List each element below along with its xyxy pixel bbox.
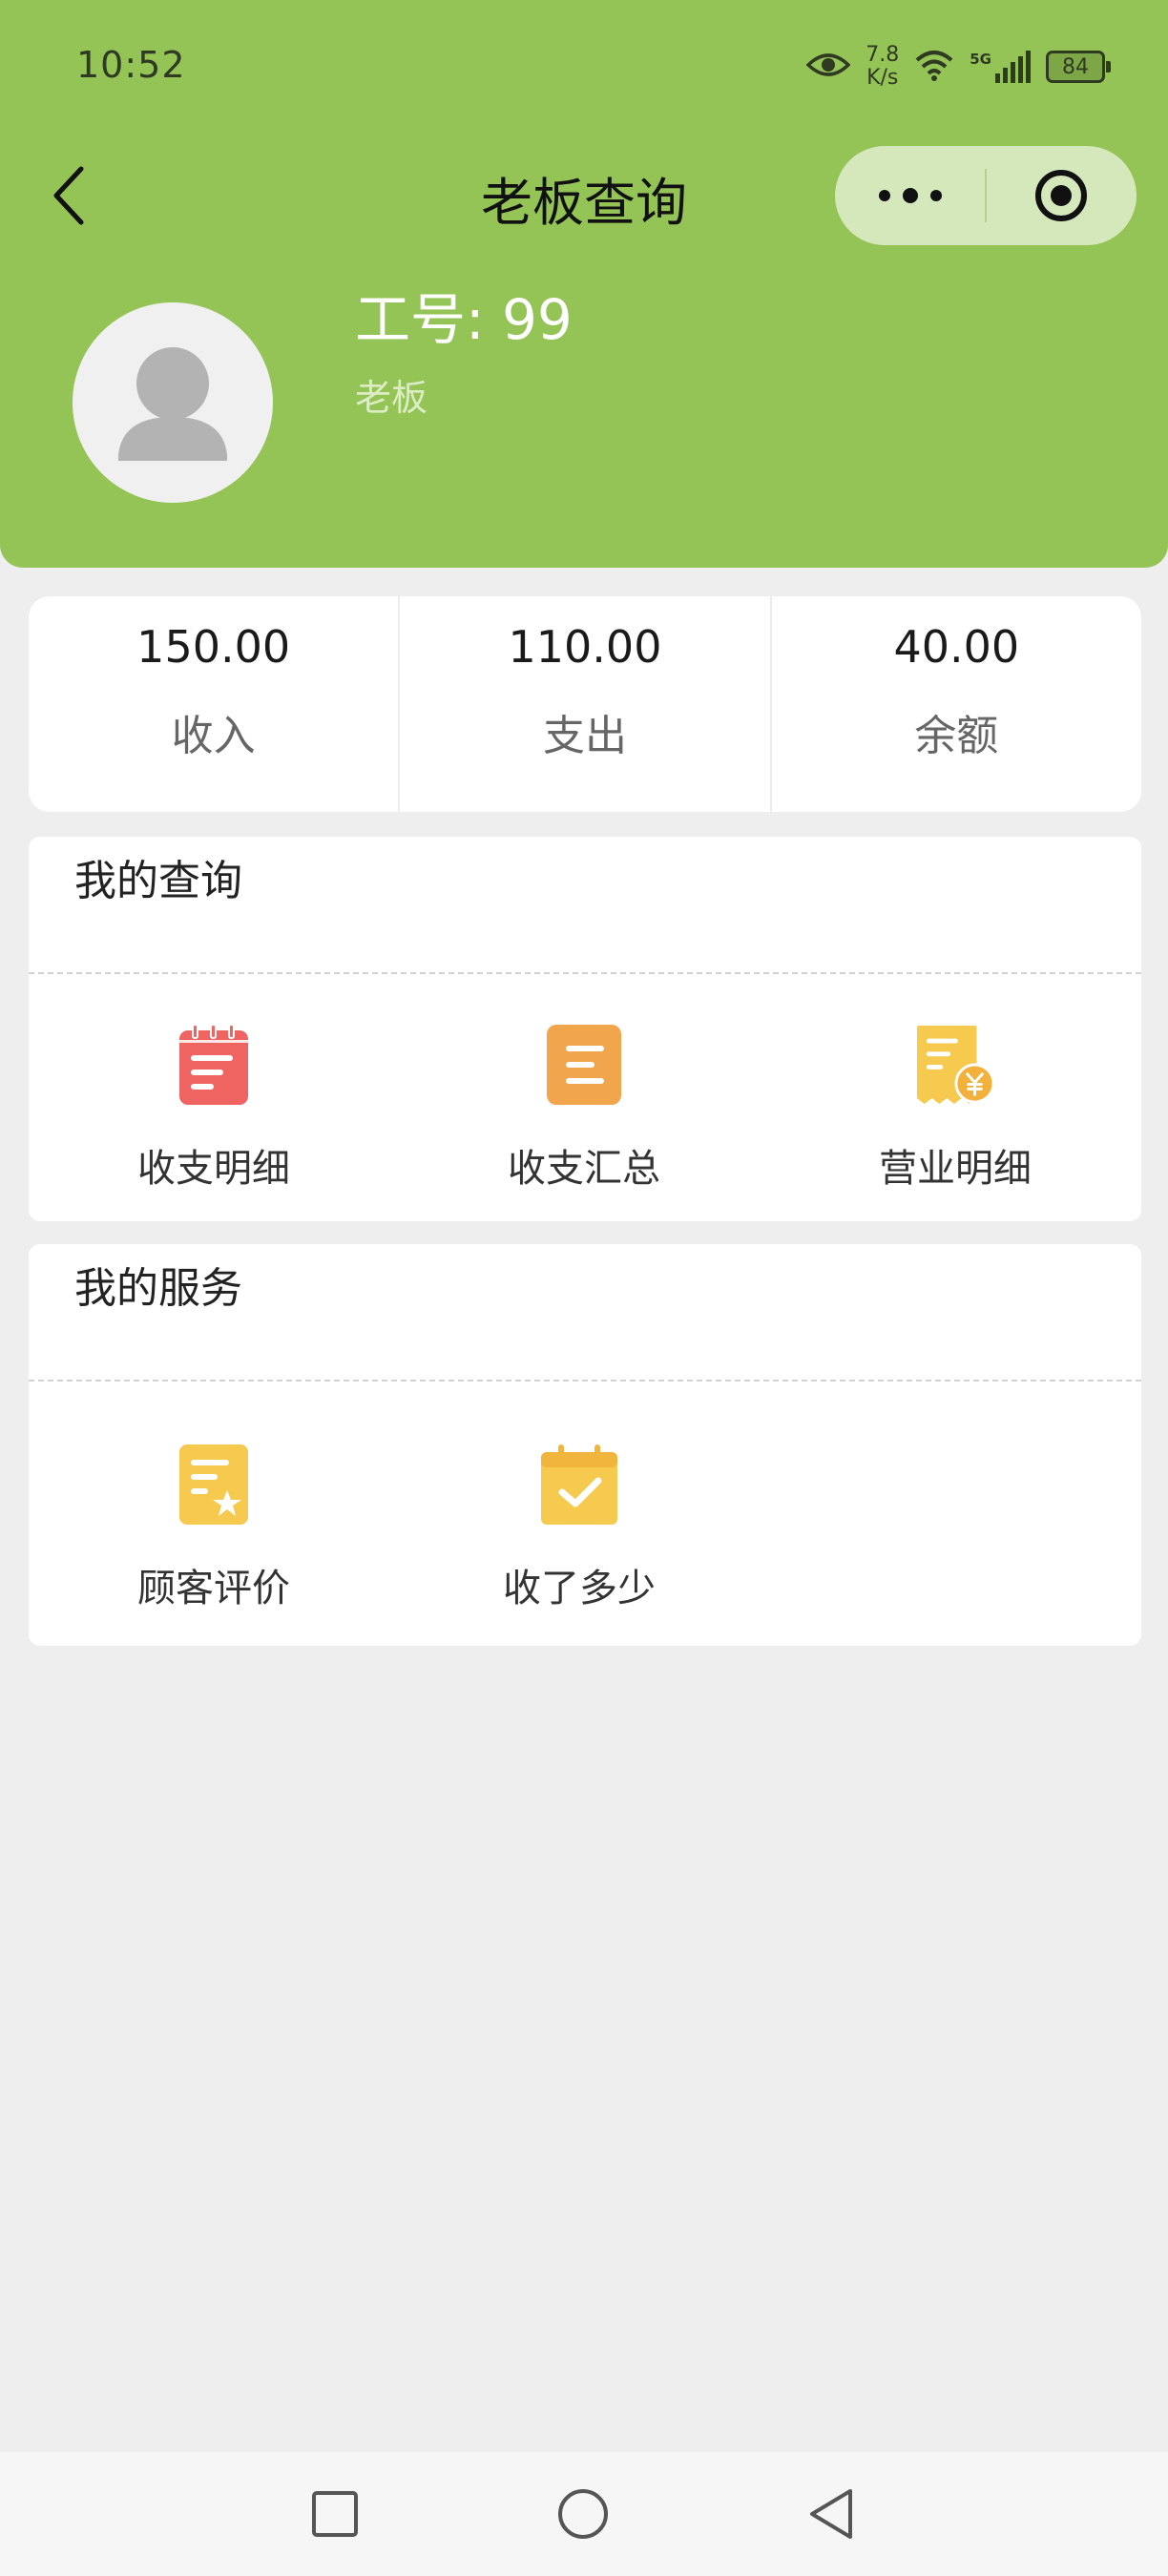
yellow-calendar-check-icon — [539, 1441, 619, 1528]
battery-icon: 84 — [1046, 51, 1111, 83]
status-time: 10:52 — [76, 44, 186, 86]
red-notepad-icon — [174, 1021, 254, 1109]
more-button[interactable] — [835, 146, 986, 245]
my-queries-section: 我的查询 收支明细 收支汇总 营业明细 — [29, 837, 1141, 1221]
stat-income[interactable]: 150.00 收入 — [29, 596, 398, 812]
eye-icon — [805, 51, 851, 83]
grid-item-label: 收支明细 — [137, 1147, 290, 1191]
section-title: 我的服务 — [74, 1264, 242, 1313]
yellow-star-document-icon — [174, 1441, 254, 1528]
stat-value: 40.00 — [893, 621, 1020, 673]
back-triangle-icon — [810, 2489, 852, 2539]
customer-review-item[interactable]: 顾客评价 — [61, 1441, 366, 1612]
stat-expense[interactable]: 110.00 支出 — [398, 596, 769, 812]
employee-number: 工号: 99 — [355, 287, 573, 352]
target-circle-icon — [1035, 170, 1087, 221]
signal-icon: 5G — [970, 51, 1031, 83]
stat-value: 150.00 — [136, 621, 291, 673]
section-divider — [29, 1380, 1141, 1381]
grid-item-label: 营业明细 — [879, 1147, 1032, 1191]
close-mini-program-button[interactable] — [986, 146, 1137, 245]
amount-collected-item[interactable]: 收了多少 — [427, 1441, 732, 1612]
stat-balance[interactable]: 40.00 余额 — [769, 596, 1141, 812]
section-title: 我的查询 — [74, 857, 242, 905]
stat-label: 余额 — [914, 712, 999, 760]
section-divider — [29, 972, 1141, 974]
summary-stats-card: 150.00 收入 110.00 支出 40.00 余额 — [29, 596, 1141, 812]
status-bar: 10:52 7.8 K/s 5G 84 — [0, 0, 1168, 134]
capsule-divider — [985, 169, 987, 222]
network-speed-value: 7.8 — [866, 43, 900, 67]
battery-level: 84 — [1062, 54, 1089, 79]
mini-program-capsule — [835, 146, 1137, 245]
employee-role: 老板 — [355, 377, 428, 419]
more-dots-icon — [879, 188, 942, 203]
orange-list-icon — [544, 1021, 624, 1109]
recent-apps-button[interactable] — [306, 2485, 364, 2543]
status-icons: 7.8 K/s 5G 84 — [805, 38, 1111, 95]
income-expense-detail-item[interactable]: 收支明细 — [61, 1021, 366, 1193]
home-circle-icon — [558, 2489, 608, 2539]
wifi-icon — [914, 49, 954, 85]
network-speed: 7.8 K/s — [866, 44, 899, 90]
stat-label: 收入 — [171, 712, 256, 760]
system-back-button[interactable] — [803, 2485, 860, 2543]
stat-value: 110.00 — [508, 621, 662, 673]
business-detail-item[interactable]: 营业明细 — [803, 1021, 1108, 1193]
grid-item-label: 收了多少 — [503, 1567, 656, 1610]
my-services-section: 我的服务 顾客评价 收了多少 — [29, 1244, 1141, 1646]
system-navigation-bar — [0, 2452, 1168, 2576]
income-expense-summary-item[interactable]: 收支汇总 — [431, 1021, 737, 1193]
avatar[interactable] — [73, 302, 273, 503]
home-button[interactable] — [554, 2485, 612, 2543]
recent-apps-square-icon — [312, 2491, 358, 2537]
stat-label: 支出 — [542, 712, 627, 760]
network-speed-unit: K/s — [866, 66, 899, 90]
grid-item-label: 收支汇总 — [508, 1147, 660, 1191]
yellow-receipt-yen-icon — [915, 1021, 995, 1109]
signal-label: 5G — [970, 51, 991, 68]
grid-item-label: 顾客评价 — [137, 1567, 290, 1610]
user-silhouette-icon — [118, 347, 227, 461]
